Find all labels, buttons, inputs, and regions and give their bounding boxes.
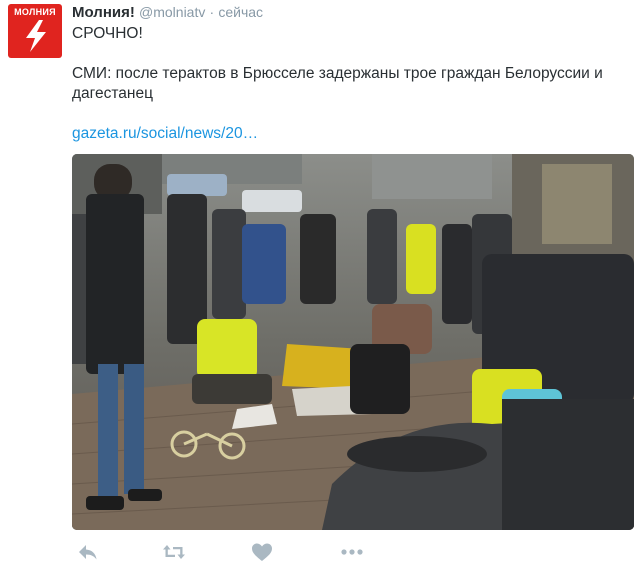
tweet-header: Молния! @molniatv · сейчас xyxy=(72,4,263,21)
tweet-text: СРОЧНО! СМИ: после терактов в Брюсселе з… xyxy=(72,24,617,144)
photo-scene xyxy=(72,154,634,530)
reply-icon[interactable] xyxy=(76,540,100,564)
separator-dot: · xyxy=(209,4,215,20)
account-name[interactable]: Молния! xyxy=(72,4,135,21)
tweet-line-urgent: СРОЧНО! xyxy=(72,25,143,42)
lightning-bolt-icon xyxy=(26,20,46,52)
like-heart-icon[interactable] xyxy=(250,540,274,564)
timestamp[interactable]: сейчас xyxy=(218,4,263,20)
retweet-icon[interactable] xyxy=(162,540,186,564)
avatar[interactable]: МОЛНИЯ xyxy=(8,4,62,58)
avatar-label: МОЛНИЯ xyxy=(14,7,56,17)
account-handle[interactable]: @molniatv xyxy=(139,4,205,20)
tweet-line-body: СМИ: после терактов в Брюсселе задержаны… xyxy=(72,65,603,102)
more-icon[interactable] xyxy=(340,540,364,564)
tweet-link[interactable]: gazeta.ru/social/news/20… xyxy=(72,125,258,142)
tweet-actions xyxy=(72,540,392,564)
tweet-photo[interactable] xyxy=(72,154,634,530)
